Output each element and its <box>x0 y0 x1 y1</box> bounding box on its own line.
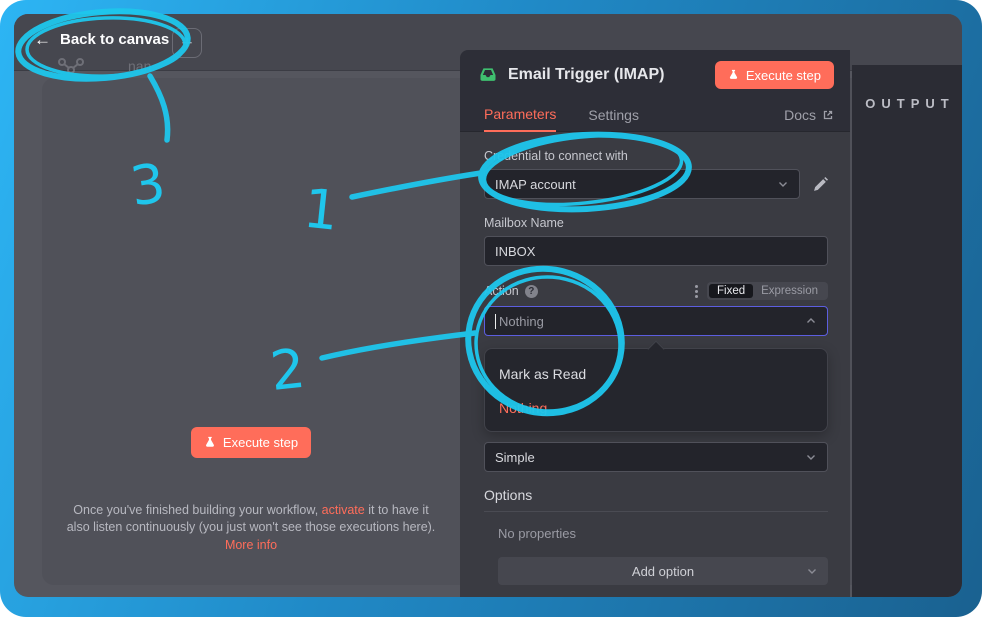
email-inbox-icon <box>478 65 498 85</box>
chevron-down-icon <box>806 565 818 577</box>
workflow-name-area: nan <box>58 56 151 76</box>
mailbox-input[interactable]: INBOX <box>484 236 828 266</box>
edit-credential-button[interactable] <box>813 177 828 192</box>
chevron-up-icon <box>805 315 817 327</box>
back-arrow-icon: ← <box>34 31 51 48</box>
tab-parameters[interactable]: Parameters <box>484 97 556 132</box>
option-nothing[interactable]: Nothing <box>485 399 827 417</box>
back-to-canvas-label: Back to canvas <box>60 31 169 48</box>
help-icon[interactable]: ? <box>525 285 538 298</box>
section-divider <box>484 511 828 512</box>
tab-bar: Parameters Settings Docs <box>460 98 850 131</box>
node-settings-panel: Email Trigger (IMAP) Execute step Parame… <box>460 50 850 597</box>
text-cursor <box>495 314 496 329</box>
screenshot-frame: Execute step Once you've finished buildi… <box>0 0 982 617</box>
docs-label: Docs <box>784 107 816 123</box>
kebab-menu-icon[interactable] <box>695 285 698 298</box>
activate-link[interactable]: activate <box>322 503 365 517</box>
value-mode-toggle: Fixed Expression <box>707 282 828 300</box>
action-options-dropdown: Mark as Read Nothing <box>484 348 828 432</box>
panel-header: Email Trigger (IMAP) Execute step Parame… <box>460 50 850 132</box>
mode-expression-button[interactable]: Expression <box>753 284 826 298</box>
format-select[interactable]: Simple <box>484 442 828 472</box>
execute-step-label: Execute step <box>746 68 821 83</box>
dropdown-notch <box>648 341 665 358</box>
flask-icon <box>204 436 216 449</box>
docs-link[interactable]: Docs <box>784 107 834 123</box>
canvas-execute-step-label: Execute step <box>223 435 298 450</box>
footer-text: Once you've finished building your workf… <box>73 503 321 517</box>
node-title: Email Trigger (IMAP) <box>508 66 705 84</box>
option-mark-as-read[interactable]: Mark as Read <box>485 365 827 383</box>
chevron-down-icon <box>805 451 817 463</box>
canvas-execute-step-button[interactable]: Execute step <box>191 427 311 458</box>
format-value: Simple <box>495 450 535 465</box>
action-label: Action <box>484 284 519 298</box>
add-tab-button[interactable]: + <box>172 28 202 58</box>
execute-step-button[interactable]: Execute step <box>715 61 834 89</box>
chevron-down-icon <box>777 178 789 190</box>
mode-fixed-button[interactable]: Fixed <box>709 284 753 298</box>
action-select[interactable]: Nothing <box>484 306 828 336</box>
workflow-icon <box>58 56 84 76</box>
footer-line-2: also listen continuously (you just won't… <box>30 519 472 536</box>
output-panel: OUTPUT <box>852 65 962 597</box>
footer-line-1: Once you've finished building your workf… <box>30 502 472 519</box>
no-properties-text: No properties <box>498 526 828 541</box>
output-panel-title: OUTPUT <box>852 96 962 111</box>
add-option-button[interactable]: Add option <box>498 557 828 585</box>
more-info-link[interactable]: More info <box>30 537 472 554</box>
tab-settings[interactable]: Settings <box>588 98 639 131</box>
workflow-name: nan <box>128 58 151 74</box>
credential-value: IMAP account <box>495 177 576 192</box>
app-screen: Execute step Once you've finished buildi… <box>14 14 962 597</box>
mailbox-value: INBOX <box>495 244 535 259</box>
options-section-title: Options <box>484 487 828 503</box>
back-to-canvas-button[interactable]: ← Back to canvas <box>34 31 169 48</box>
credential-select[interactable]: IMAP account <box>484 169 800 199</box>
external-link-icon <box>822 109 834 121</box>
plus-icon: + <box>181 33 192 54</box>
footer-text: it to have it <box>365 503 429 517</box>
add-option-label: Add option <box>632 564 694 579</box>
mailbox-label: Mailbox Name <box>484 216 828 230</box>
parameters-form: Credential to connect with IMAP account <box>460 132 850 585</box>
pencil-icon <box>813 177 828 192</box>
credential-label: Credential to connect with <box>484 149 828 163</box>
workflow-footer-hint: Once you've finished building your workf… <box>30 502 472 554</box>
flask-icon <box>728 69 739 81</box>
action-value: Nothing <box>499 314 544 329</box>
